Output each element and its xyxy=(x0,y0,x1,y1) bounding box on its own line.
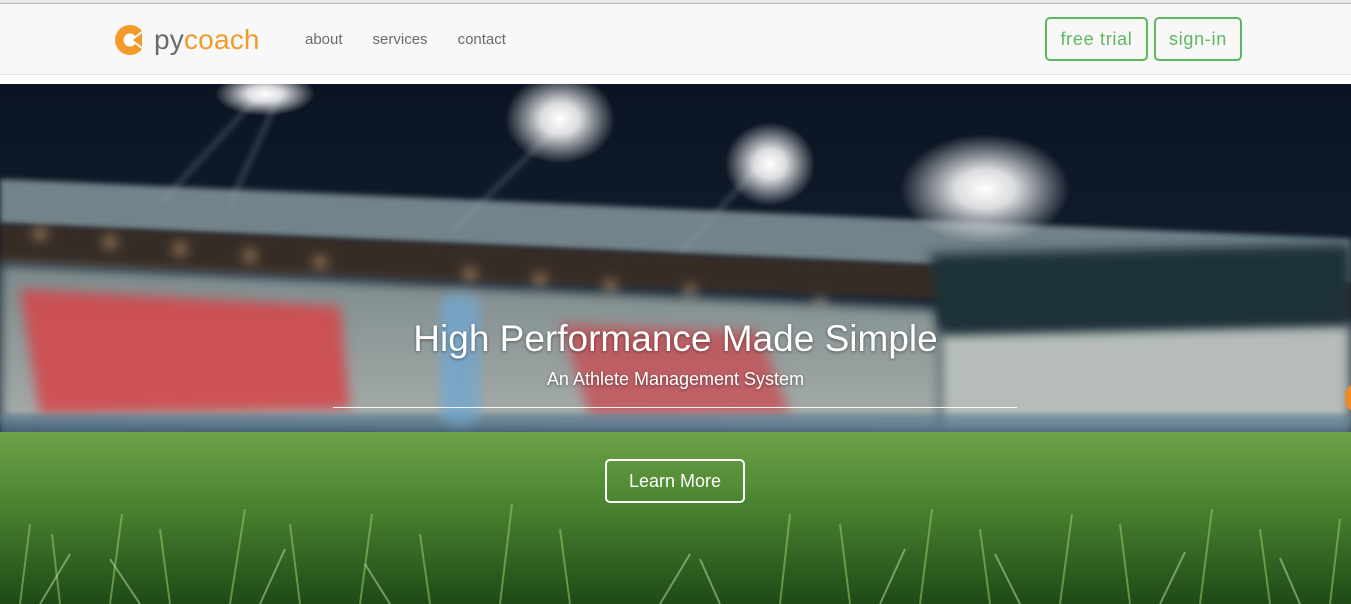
hero-section: High Performance Made Simple An Athlete … xyxy=(0,84,1351,604)
nav-link-services[interactable]: services xyxy=(373,31,428,48)
nav-link-about[interactable]: about xyxy=(305,31,343,48)
top-navbar: pycoach about services contact free tria… xyxy=(0,4,1351,75)
nav-link-contact[interactable]: contact xyxy=(458,31,506,48)
navbar-spacer xyxy=(0,75,1351,84)
hero-subtitle: An Athlete Management System xyxy=(546,369,805,389)
brand-name-py: py xyxy=(154,24,184,55)
learn-more-button[interactable]: Learn More xyxy=(605,459,745,503)
brand-logo-link[interactable]: pycoach xyxy=(114,23,260,62)
sign-in-button[interactable]: sign-in xyxy=(1154,17,1242,61)
scroll-edge-icon xyxy=(1345,386,1351,410)
hero-divider xyxy=(333,407,1017,408)
hero-title: High Performance Made Simple xyxy=(413,318,938,359)
pycoach-logo-icon xyxy=(114,23,148,62)
brand-name-coach: coach xyxy=(183,24,260,55)
brand-name: pycoach xyxy=(154,24,260,56)
main-nav: about services contact xyxy=(305,31,536,48)
free-trial-button[interactable]: free trial xyxy=(1045,17,1148,61)
